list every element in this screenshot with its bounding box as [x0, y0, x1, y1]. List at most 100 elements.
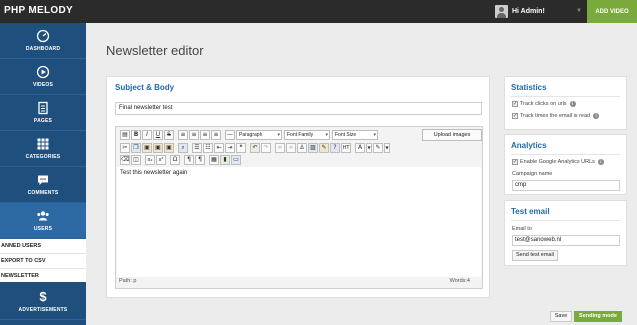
numbered-list-icon[interactable]: ☷	[203, 143, 213, 153]
rtl-icon[interactable]: ¶	[195, 155, 205, 165]
cut-icon[interactable]: ✂	[120, 143, 130, 153]
sidebar-item-advertisements[interactable]: $ ADVERTISEMENTS	[0, 284, 86, 320]
enable-analytics-option: ✓ Enable Google Analytics URLs i	[512, 159, 604, 165]
find-icon[interactable]: ⌕	[178, 143, 188, 153]
save-icon[interactable]: ▮	[220, 155, 230, 165]
code-icon[interactable]: HT	[341, 143, 351, 153]
align-right-icon[interactable]: ≡	[200, 130, 210, 140]
italic-button[interactable]: I	[142, 130, 152, 140]
comment-icon	[38, 175, 48, 185]
brand-logo[interactable]: PHP MELODY	[4, 5, 73, 16]
indent-icon[interactable]: ⇥	[225, 143, 235, 153]
subscript-icon[interactable]: x₂	[145, 155, 155, 165]
save-button[interactable]: Save	[550, 311, 572, 322]
upload-images-button[interactable]: Upload images	[422, 129, 482, 141]
campaign-name-label: Campaign name	[512, 171, 553, 177]
sidebar-item-comments[interactable]: COMMENTS	[0, 167, 86, 203]
sidebar-item-pages[interactable]: PAGES	[0, 95, 86, 131]
statistics-panel: Statistics ✓ Track clicks on urls i ✓ Tr…	[504, 76, 627, 130]
word-count: Words:4	[449, 278, 470, 284]
preview-icon[interactable]: ▭	[231, 155, 241, 165]
cleanup-icon[interactable]: ✎	[319, 143, 329, 153]
track-clicks-label: Track clicks on urls	[520, 101, 567, 107]
text-color-icon[interactable]: A	[355, 143, 365, 153]
strikethrough-button[interactable]: S	[164, 130, 174, 140]
chevron-down-icon[interactable]: ▼	[384, 143, 390, 153]
sending-mode-button[interactable]: Sending mode	[574, 311, 622, 322]
paste-word-icon[interactable]: ▣	[164, 143, 174, 153]
align-center-icon[interactable]: ≡	[189, 130, 199, 140]
campaign-name-input[interactable]: cmp	[512, 180, 620, 191]
panel-heading: Test email	[511, 207, 550, 216]
subnav-item-banned-users[interactable]: ANNED USERS	[0, 239, 86, 254]
sidebar-item-label: PAGES	[33, 118, 53, 124]
subject-body-panel: Subject & Body Final newsletter test ▤ B…	[106, 76, 490, 298]
gauge-icon	[36, 29, 50, 43]
align-justify-icon[interactable]: ≡	[211, 130, 221, 140]
info-icon[interactable]: i	[597, 159, 604, 165]
play-icon	[36, 65, 50, 79]
link-icon[interactable]: ∞	[275, 143, 285, 153]
paste-text-icon[interactable]: ▣	[153, 143, 163, 153]
unlink-icon[interactable]: ∞	[286, 143, 296, 153]
sidebar-item-label: ADVERTISEMENTS	[18, 307, 68, 313]
font-size-select[interactable]: Font Size	[332, 130, 378, 140]
align-left-icon[interactable]: ≡	[178, 130, 188, 140]
chevron-down-icon[interactable]: ▼	[576, 8, 582, 14]
undo-icon[interactable]: ↶	[250, 143, 260, 153]
subject-input[interactable]: Final newsletter test	[115, 102, 482, 115]
email-to-input[interactable]: test@sanoweb.nl	[512, 235, 620, 246]
user-menu[interactable]: Hi Admin!	[495, 3, 545, 20]
editor-content[interactable]: Test this newsletter again	[117, 167, 481, 277]
add-video-button[interactable]: ADD VIDEO	[587, 0, 637, 23]
sidebar: DASHBOARD VIDEOS PAGES CATEGORIES COMMEN…	[0, 23, 86, 325]
dollar-icon: $	[39, 289, 47, 304]
highlight-color-icon[interactable]: ✎	[373, 143, 383, 153]
subnav-item-export-csv[interactable]: EXPORT TO CSV	[0, 254, 86, 269]
outdent-icon[interactable]: ⇤	[214, 143, 224, 153]
sidebar-item-dashboard[interactable]: DASHBOARD	[0, 23, 86, 59]
redo-icon[interactable]: ↷	[261, 143, 271, 153]
document-icon	[38, 101, 48, 115]
underline-button[interactable]: U	[153, 130, 163, 140]
ltr-icon[interactable]: ¶	[184, 155, 194, 165]
top-bar: PHP MELODY Hi Admin! ▼ ADD VIDEO	[0, 0, 637, 23]
source-icon[interactable]: ▤	[120, 130, 130, 140]
anchor-icon[interactable]: ⚓	[297, 143, 307, 153]
track-opens-checkbox[interactable]: ✓	[512, 113, 518, 119]
image-icon[interactable]: ▨	[308, 143, 318, 153]
track-opens-option: ✓ Track times the email is read i	[512, 113, 600, 119]
enable-analytics-checkbox[interactable]: ✓	[512, 159, 518, 165]
subnav-item-newsletter[interactable]: NEWSLETTER	[0, 269, 86, 284]
info-icon[interactable]: i	[593, 113, 600, 119]
copy-icon[interactable]: ❐	[131, 143, 141, 153]
horizontal-rule-icon[interactable]: —	[225, 130, 235, 140]
format-select[interactable]: Paragraph	[236, 130, 282, 140]
bullet-list-icon[interactable]: ☰	[192, 143, 202, 153]
eraser-icon[interactable]: ⌫	[120, 155, 130, 165]
panel-heading: Subject & Body	[115, 83, 175, 92]
grid-icon	[37, 138, 49, 150]
table-icon[interactable]: ▦	[209, 155, 219, 165]
blockquote-icon[interactable]: ❝	[236, 143, 246, 153]
chevron-down-icon[interactable]: ▼	[366, 143, 372, 153]
sidebar-item-categories[interactable]: CATEGORIES	[0, 131, 86, 167]
send-test-email-button[interactable]: Send test email	[512, 250, 558, 261]
paste-icon[interactable]: ▣	[142, 143, 152, 153]
info-icon[interactable]: i	[569, 101, 576, 107]
divider	[511, 154, 620, 155]
font-family-select[interactable]: Font Family	[284, 130, 330, 140]
sidebar-item-label: DASHBOARD	[25, 46, 61, 52]
track-clicks-checkbox[interactable]: ✓	[512, 101, 518, 107]
analytics-panel: Analytics ✓ Enable Google Analytics URLs…	[504, 134, 627, 195]
superscript-icon[interactable]: x²	[156, 155, 166, 165]
sidebar-item-videos[interactable]: VIDEOS	[0, 59, 86, 95]
avatar	[495, 5, 508, 18]
special-char-icon[interactable]: Ω	[170, 155, 180, 165]
help-icon[interactable]: ?	[330, 143, 340, 153]
greeting: Hi Admin!	[512, 8, 545, 15]
sidebar-item-label: CATEGORIES	[25, 154, 61, 160]
sidebar-item-users[interactable]: USERS	[0, 203, 86, 239]
visual-aid-icon[interactable]: ◫	[131, 155, 141, 165]
bold-button[interactable]: B	[131, 130, 141, 140]
